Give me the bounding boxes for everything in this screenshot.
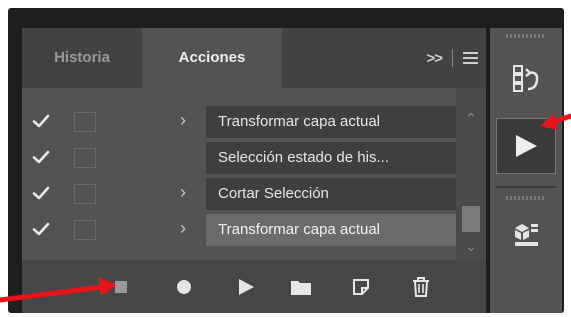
adjustments-panel-button[interactable] (496, 206, 556, 262)
scroll-down-icon[interactable]: ⌄ (456, 238, 486, 255)
actions-panel: Historia Acciones >> › Transformar capa … (22, 28, 486, 313)
dialog-toggle[interactable] (74, 220, 96, 240)
dock-grip[interactable] (506, 34, 546, 38)
history-panel-icon (513, 65, 539, 92)
actions-panel-play-icon (516, 135, 537, 157)
double-chevron-right-icon[interactable]: >> (426, 50, 443, 67)
new-set-button[interactable] (286, 272, 316, 302)
new-action-button[interactable] (346, 272, 376, 302)
record-icon (177, 280, 191, 294)
stop-button[interactable] (106, 272, 136, 302)
record-button[interactable] (169, 272, 199, 302)
action-row[interactable]: › Cortar Selección (22, 176, 456, 212)
dock-grip[interactable] (506, 196, 546, 200)
new-action-icon (353, 279, 369, 295)
dialog-toggle[interactable] (74, 112, 96, 132)
panel-menu-area: >> (426, 28, 478, 88)
panel-tab-bar: Historia Acciones >> (22, 28, 486, 88)
actions-toolbar (22, 260, 486, 313)
delete-button[interactable] (406, 272, 436, 302)
action-label[interactable]: Selección estado de his... (206, 142, 456, 174)
action-row[interactable]: › Transformar capa actual (22, 104, 456, 140)
new-set-folder-icon (291, 281, 311, 295)
actions-list: › Transformar capa actual Selección esta… (22, 104, 456, 248)
checkmark-icon[interactable] (32, 112, 50, 130)
play-button[interactable] (231, 272, 261, 302)
tab-historia[interactable]: Historia (22, 28, 142, 88)
panel-dock (490, 28, 562, 313)
checkmark-icon[interactable] (32, 184, 50, 202)
dialog-toggle[interactable] (74, 184, 96, 204)
action-row[interactable]: › Transformar capa actual (22, 212, 456, 248)
action-label[interactable]: Transformar capa actual (206, 106, 456, 138)
hamburger-menu-icon[interactable] (463, 52, 478, 64)
stop-icon (115, 281, 127, 293)
checkmark-icon[interactable] (32, 148, 50, 166)
dock-divider (496, 186, 556, 188)
trash-icon (413, 277, 429, 297)
action-label[interactable]: Cortar Selección (206, 178, 456, 210)
chevron-right-icon[interactable]: › (180, 218, 186, 239)
adjustments-panel-icon (515, 224, 538, 246)
checkmark-icon[interactable] (32, 220, 50, 238)
scroll-thumb[interactable] (462, 206, 480, 232)
chevron-right-icon[interactable]: › (180, 110, 186, 131)
play-icon (239, 279, 254, 295)
tab-menu-separator (452, 49, 453, 67)
dialog-toggle[interactable] (74, 148, 96, 168)
scroll-up-icon[interactable]: ⌃ (456, 110, 486, 127)
action-label-selected[interactable]: Transformar capa actual (206, 214, 456, 246)
action-row[interactable]: Selección estado de his... (22, 140, 456, 176)
actions-panel-button[interactable] (496, 118, 556, 174)
tab-acciones[interactable]: Acciones (142, 28, 282, 88)
list-scrollbar[interactable]: ⌃ ⌄ (456, 88, 486, 260)
history-panel-button[interactable] (496, 50, 556, 106)
chevron-right-icon[interactable]: › (180, 182, 186, 203)
